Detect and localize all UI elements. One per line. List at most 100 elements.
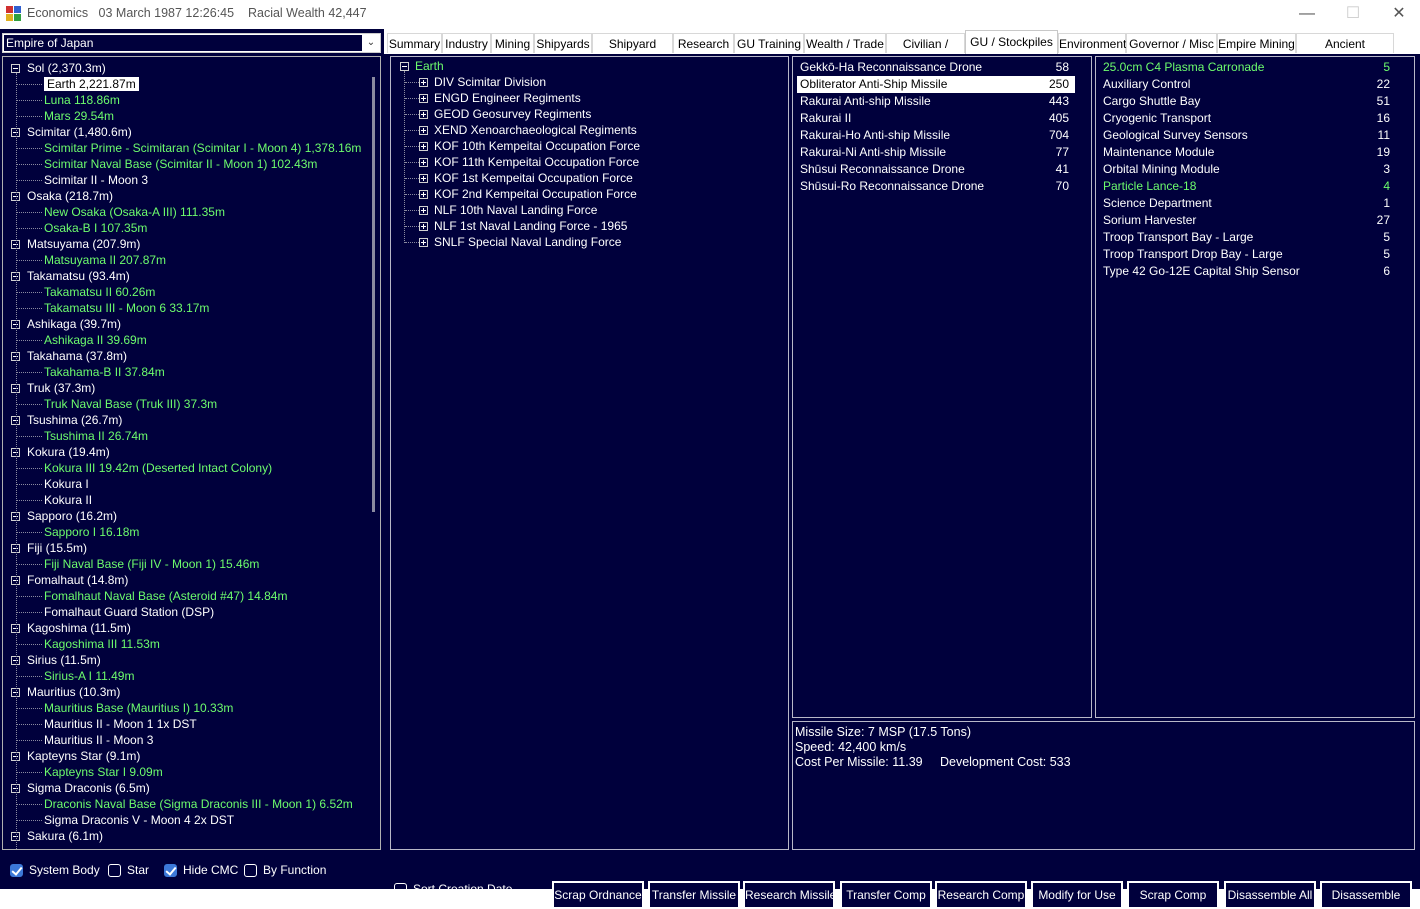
system-node[interactable]: Ashikaga (39.7m) — [27, 316, 121, 332]
ground-units-tree[interactable]: Earth DIV Scimitar Division ENGD Engineer … — [390, 56, 789, 850]
list-item[interactable]: Geological Survey Sensors 11 — [1100, 127, 1396, 144]
tab-mining[interactable]: Mining — [491, 33, 534, 53]
tab-ancient-constructs[interactable]: Ancient Constructs — [1296, 33, 1394, 71]
option-system-body-checkbox[interactable]: System Body — [10, 863, 100, 879]
body-node[interactable]: Scimitar Naval Base (Scimitar II - Moon … — [44, 156, 317, 172]
body-node[interactable]: Scimitar Prime - Scimitaran (Scimitar I … — [44, 140, 361, 156]
formation-node[interactable]: KOF 10th Kempeitai Occupation Force — [434, 138, 640, 154]
list-item[interactable]: Gekkō-Ha Reconnaissance Drone 58 — [797, 59, 1075, 76]
tab-civilian-flags[interactable]: Civilian / Flags — [886, 33, 965, 71]
system-node[interactable]: Sigma Draconis (6.5m) — [27, 780, 150, 796]
maximize-button[interactable]: ☐ — [1330, 0, 1376, 29]
checkbox-box[interactable] — [394, 883, 407, 897]
formation-node[interactable]: XEND Xenoarchaeological Regiments — [434, 122, 637, 138]
sort-creation-date-checkbox[interactable]: Sort Creation Date — [394, 882, 512, 897]
body-node[interactable]: Earth 2,221.87m — [44, 76, 139, 92]
tab-industry[interactable]: Industry — [442, 33, 491, 53]
transfer-comp-button[interactable]: Transfer Comp — [840, 881, 932, 909]
formation-node[interactable]: NLF 1st Naval Landing Force - 1965 — [434, 218, 627, 234]
system-node[interactable]: Mauritius (10.3m) — [27, 684, 120, 700]
list-item[interactable]: Particle Lance-18 4 — [1100, 178, 1396, 195]
list-item[interactable]: Maintenance Module 19 — [1100, 144, 1396, 161]
list-item[interactable]: Rakurai-Ho Anti-ship Missile 704 — [797, 127, 1075, 144]
body-node[interactable]: Mars 29.54m — [44, 108, 114, 124]
list-item[interactable]: Shūsui Reconnaissance Drone 41 — [797, 161, 1075, 178]
system-node[interactable]: Kapteyns Star (9.1m) — [27, 748, 140, 764]
tab-wealth-trade[interactable]: Wealth / Trade — [804, 33, 886, 53]
tab-empire-mining[interactable]: Empire Mining — [1217, 33, 1296, 53]
tab-research[interactable]: Research — [673, 33, 734, 53]
tab-shipyards[interactable]: Shipyards — [534, 33, 592, 53]
system-node[interactable]: Takamatsu (93.4m) — [27, 268, 130, 284]
body-node[interactable]: Fomalhaut Naval Base (Asteroid #47) 14.8… — [44, 588, 287, 604]
gu-root-node[interactable]: Earth — [415, 58, 444, 74]
formation-node[interactable]: DIV Scimitar Division — [434, 74, 546, 90]
formation-node[interactable]: SNLF Special Naval Landing Force — [434, 234, 621, 250]
system-node[interactable]: Sirius (11.5m) — [27, 652, 101, 668]
system-node[interactable]: Scimitar (1,480.6m) — [27, 124, 132, 140]
body-node[interactable]: Fomalhaut Guard Station (DSP) — [44, 604, 214, 620]
body-node[interactable]: Sigma Draconis V - Moon 4 2x DST — [44, 812, 234, 828]
checkbox-box[interactable] — [10, 864, 23, 878]
formation-node[interactable]: ENGD Engineer Regiments — [434, 90, 581, 106]
system-node[interactable]: Sol (2,370.3m) — [27, 60, 106, 76]
formation-node[interactable]: KOF 11th Kempeitai Occupation Force — [434, 154, 639, 170]
body-node[interactable]: Truk Naval Base (Truk III) 37.3m — [44, 396, 217, 412]
body-node[interactable]: Mauritius II - Moon 3 — [44, 732, 153, 748]
missile-stockpile-list[interactable]: Gekkō-Ha Reconnaissance Drone 58 Obliterat… — [792, 56, 1092, 718]
list-item[interactable]: Cryogenic Transport 16 — [1100, 110, 1396, 127]
expand-icon[interactable] — [419, 190, 428, 199]
system-node[interactable]: Tsushima (26.7m) — [27, 412, 122, 428]
system-node[interactable]: Kagoshima (11.5m) — [27, 620, 131, 636]
option-hide-cmc-checkbox[interactable]: Hide CMC — [164, 863, 238, 879]
body-node[interactable]: Sapporo I 16.18m — [44, 524, 139, 540]
list-item[interactable]: Troop Transport Bay - Large 5 — [1100, 229, 1396, 246]
expand-icon[interactable] — [419, 94, 428, 103]
body-node[interactable]: Takamatsu III - Moon 6 33.17m — [44, 300, 209, 316]
body-node[interactable]: Luna 118.86m — [44, 92, 120, 108]
scrap-ordnance-button[interactable]: Scrap Ordnance — [552, 881, 644, 909]
list-item[interactable]: Shūsui-Ro Reconnaissance Drone 70 — [797, 178, 1075, 195]
expand-icon[interactable] — [419, 78, 428, 87]
expand-icon[interactable] — [419, 126, 428, 135]
system-node[interactable]: Fomalhaut (14.8m) — [27, 572, 128, 588]
checkbox-box[interactable] — [164, 864, 177, 878]
list-item[interactable]: Rakurai II 405 — [797, 110, 1075, 127]
body-node[interactable]: Fiji Naval Base (Fiji IV - Moon 1) 15.46… — [44, 556, 259, 572]
tree-scrollbar[interactable] — [368, 57, 380, 849]
expand-icon[interactable] — [419, 206, 428, 215]
body-node[interactable]: Takamatsu II 60.26m — [44, 284, 155, 300]
checkbox-box[interactable] — [244, 864, 257, 878]
body-node[interactable]: Mauritius II - Moon 1 1x DST — [44, 716, 197, 732]
minimize-button[interactable]: — — [1284, 0, 1330, 29]
scrollbar-thumb[interactable] — [372, 77, 375, 512]
system-node[interactable]: Matsuyama (207.9m) — [27, 236, 140, 252]
body-node[interactable]: Matsuyama II 207.87m — [44, 252, 166, 268]
modify-for-use-button[interactable]: Modify for Use — [1031, 881, 1123, 909]
system-node[interactable]: Fiji (15.5m) — [27, 540, 87, 556]
empire-dropdown[interactable]: Empire of Japan ⌄ — [2, 33, 381, 53]
body-node[interactable]: Mauritius Base (Mauritius I) 10.33m — [44, 700, 233, 716]
system-node[interactable]: Kokura (19.4m) — [27, 444, 110, 460]
body-node[interactable]: Draconis Naval Base (Sigma Draconis III … — [44, 796, 353, 812]
formation-node[interactable]: KOF 1st Kempeitai Occupation Force — [434, 170, 633, 186]
transfer-missile-button[interactable]: Transfer Missile — [648, 881, 740, 909]
disassemble-button[interactable]: Disassemble — [1320, 881, 1412, 909]
body-node[interactable]: Kagoshima III 11.53m — [44, 636, 160, 652]
list-item[interactable]: 25.0cm C4 Plasma Carronade 5 — [1100, 59, 1396, 76]
tab-gu-stockpiles[interactable]: GU / Stockpiles — [965, 30, 1058, 54]
body-node[interactable]: Osaka-B I 107.35m — [44, 220, 147, 236]
scrap-comp-button[interactable]: Scrap Comp — [1127, 881, 1219, 909]
body-node[interactable]: Kokura I — [44, 476, 89, 492]
component-stockpile-list[interactable]: 25.0cm C4 Plasma Carronade 5 Auxiliary Con… — [1095, 56, 1415, 718]
tab-summary[interactable]: Summary — [387, 33, 442, 53]
expand-icon[interactable] — [419, 222, 428, 231]
body-node[interactable]: Takahama-B II 37.84m — [44, 364, 165, 380]
research-comp-button[interactable]: Research Comp — [935, 881, 1027, 909]
expand-icon[interactable] — [419, 174, 428, 183]
close-button[interactable]: ✕ — [1376, 0, 1420, 29]
disassemble-all-button[interactable]: Disassemble All — [1224, 881, 1316, 909]
collapse-icon[interactable] — [400, 62, 409, 71]
body-node[interactable]: Ashikaga II 39.69m — [44, 332, 147, 348]
formation-node[interactable]: KOF 2nd Kempeitai Occupation Force — [434, 186, 637, 202]
